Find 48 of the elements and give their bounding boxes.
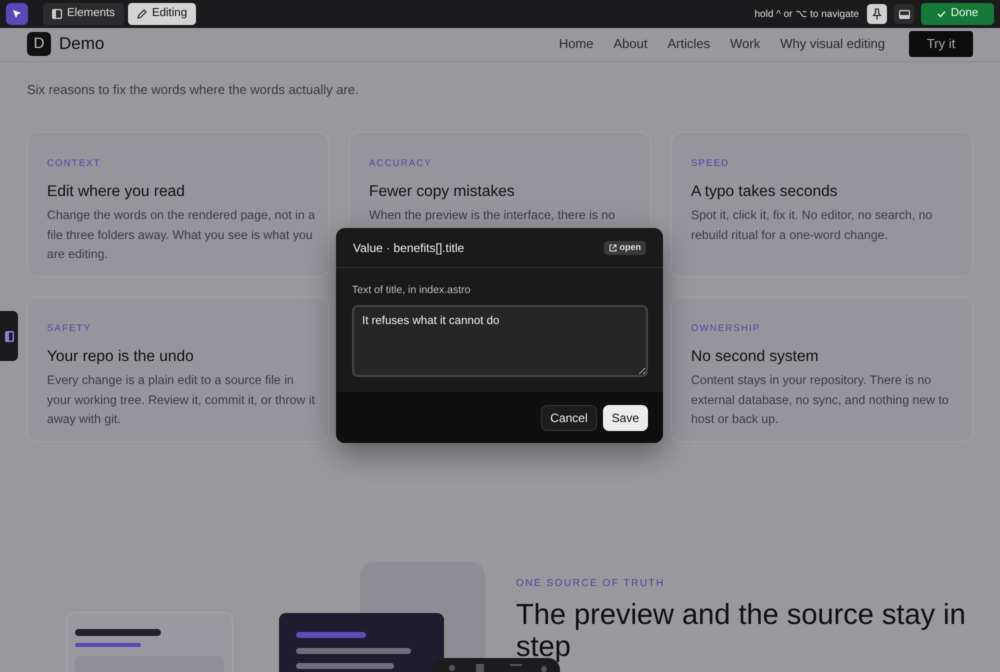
sidebar-icon: [52, 9, 62, 19]
field-label: Text of title, in index.astro: [352, 283, 472, 298]
card-text: When the preview is the interface, there is no: [369, 207, 616, 224]
nav-link[interactable]: Work: [730, 34, 760, 54]
card-eyebrow: OWNERSHIP: [691, 322, 762, 336]
layout-button[interactable]: [894, 4, 914, 24]
card-eyebrow: CONTEXT: [47, 156, 102, 170]
logo-mark[interactable]: D: [27, 32, 51, 56]
intro-text: Six reasons to fix the words where the words actually are.: [27, 81, 360, 99]
try-it-button[interactable]: Try it: [909, 31, 973, 57]
nav-link[interactable]: About: [614, 34, 648, 54]
navigate-hint: hold ^ or ⌥ to navigate: [754, 8, 859, 22]
panel-icon: [4, 330, 14, 342]
brand-name: Demo: [59, 33, 104, 56]
card-eyebrow: SPEED: [691, 156, 730, 170]
section-eyebrow: ONE SOURCE OF TRUTH: [516, 577, 666, 591]
pin-icon: [872, 8, 882, 20]
toolbar-tab[interactable]: Elements: [43, 3, 124, 25]
cursor-icon: [12, 9, 22, 19]
card-eyebrow: SAFETY: [47, 322, 92, 336]
nav-link[interactable]: Why visual editing: [780, 34, 885, 54]
card-title: Fewer copy mistakes: [369, 182, 516, 202]
card-title: A typo takes seconds: [691, 182, 838, 202]
dialog-title: Value · benefits[].title: [353, 240, 464, 256]
card-text: Content stays in your repository. There is no external database, no sync, and nothing new to host or back up.: [691, 372, 950, 428]
save-button[interactable]: Save: [602, 404, 648, 430]
card-eyebrow: ACCURACY: [369, 156, 433, 170]
text-input-field[interactable]: It refuses what it cannot do: [352, 304, 648, 377]
open-button[interactable]: open: [604, 240, 646, 254]
side-panel-handle[interactable]: [0, 311, 18, 361]
card-text: Change the words on the rendered page, not in a file three folders away. What you see is what you are editing.: [47, 207, 315, 263]
nav-link[interactable]: Articles: [667, 34, 710, 54]
card-text: Every change is a plain edit to a source file in your working tree. Review it, commit it, or throw it away with git.: [47, 372, 315, 428]
card-title: No second system: [691, 346, 820, 367]
section-heading: The preview and the source stay in step: [516, 599, 967, 663]
select-tool-button[interactable]: [6, 3, 28, 25]
card-title: Your repo is the undo: [47, 346, 195, 367]
pin-button[interactable]: [867, 4, 887, 24]
external-link-icon: [608, 244, 616, 252]
toolbar-tab[interactable]: Editing: [128, 3, 196, 25]
card-text: Spot it, click it, fix it. No editor, no search, no rebuild ritual for a one-word change.: [691, 207, 934, 244]
pencil-icon: [136, 9, 147, 19]
check-icon: [936, 10, 946, 18]
done-button[interactable]: Done: [921, 3, 994, 25]
nav-link[interactable]: Home: [558, 34, 594, 54]
cancel-button[interactable]: Cancel: [541, 404, 597, 430]
card-title: Edit where you read: [47, 182, 186, 202]
screen-icon: [898, 10, 910, 18]
